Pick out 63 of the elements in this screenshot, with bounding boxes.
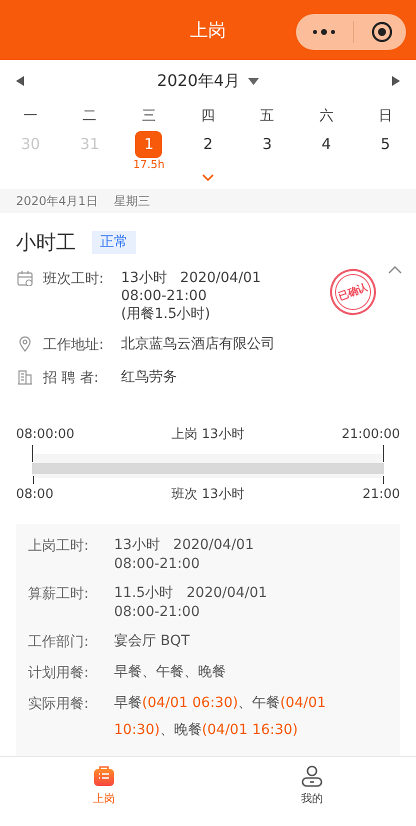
weekday-label: 五 — [260, 108, 274, 124]
time-label: 21:00 — [362, 486, 400, 504]
detail-value: 08:00-21:00 — [114, 603, 201, 622]
dropdown-caret-icon[interactable] — [248, 78, 259, 84]
weekday-label: 一 — [24, 108, 38, 124]
building-icon — [17, 369, 33, 385]
person-icon[interactable] — [301, 765, 323, 787]
duration-label: 班次 13小时 — [172, 486, 244, 504]
month-label[interactable]: 2020年4月 — [157, 69, 240, 93]
info-value: 08:00-21:00 — [121, 287, 208, 305]
time-label: 08:00 — [16, 486, 54, 504]
stamp-text: 已确认 — [336, 280, 370, 304]
timeline-tick — [383, 476, 384, 484]
detail-label: 上岗工时: — [28, 537, 90, 556]
weekday-label: 三 — [142, 108, 156, 124]
briefcase-list-icon[interactable] — [93, 765, 115, 787]
calendar-day[interactable]: 2 — [194, 131, 222, 158]
calendar-day[interactable]: 3 — [254, 131, 281, 158]
detail-value: 早餐(04/01 06:30)、午餐(04/01 10:30)、晚餐(04/01 16:30) — [114, 694, 327, 740]
next-arrow-icon[interactable] — [392, 76, 400, 86]
tab-bar-item[interactable]: 我的 — [208, 757, 416, 826]
expand-chevron-icon[interactable] — [202, 174, 214, 181]
target-icon[interactable] — [371, 21, 393, 43]
collapse-chevron-icon[interactable] — [388, 266, 402, 274]
time-label: 08:00:00 — [16, 426, 74, 444]
timeline-tick — [32, 444, 33, 462]
detail-label: 算薪工时: — [28, 585, 90, 604]
calendar-clock-icon — [17, 270, 33, 286]
weekday-label: 二 — [82, 108, 97, 124]
info-value: 北京蓝鸟云酒店有限公司 — [121, 335, 275, 353]
more-icon[interactable] — [312, 28, 336, 36]
info-value: 红鸟劳务 — [121, 368, 177, 386]
detail-value: 08:00-21:00 — [114, 555, 201, 574]
calendar-day[interactable]: 4 — [312, 131, 340, 158]
capsule-menu[interactable] — [296, 14, 406, 50]
hours-label: 17.5h — [133, 158, 165, 172]
weekday-text: 星期三 — [114, 193, 150, 210]
timeline-tick — [383, 444, 384, 462]
status-tag: 正常 — [92, 230, 136, 254]
detail-label: 工作部门: — [28, 633, 90, 652]
timeline-tick — [33, 476, 34, 484]
detail-label: 实际用餐: — [28, 695, 90, 714]
weekday-label: 日 — [378, 108, 392, 124]
info-value: (用餐1.5小时) — [121, 305, 212, 323]
location-pin-icon — [17, 336, 33, 352]
duration-label: 上岗 13小时 — [172, 426, 244, 444]
page-title: 上岗 — [190, 18, 226, 42]
info-label: 招 聘 者: — [43, 369, 100, 388]
date-text: 2020年4月1日 — [16, 193, 98, 210]
detail-value: 11.5小时 2020/04/01 — [114, 584, 268, 603]
detail-label: 计划用餐: — [28, 664, 90, 683]
time-label: 21:00:00 — [342, 426, 400, 444]
weekday-label: 四 — [200, 108, 215, 124]
shift-title: 小时工 — [16, 229, 76, 256]
calendar-day[interactable]: 5 — [372, 131, 399, 158]
info-label: 工作地址: — [43, 336, 105, 355]
info-value: 13小时 2020/04/01 — [121, 269, 261, 287]
weekday-label: 六 — [319, 108, 334, 124]
prev-arrow-icon[interactable] — [16, 76, 24, 86]
detail-value: 宴会厅 BQT — [114, 632, 190, 651]
detail-value: 早餐、午餐、晚餐 — [114, 663, 226, 682]
info-label: 班次工时: — [43, 270, 105, 289]
detail-value: 13小时 2020/04/01 — [114, 536, 254, 555]
